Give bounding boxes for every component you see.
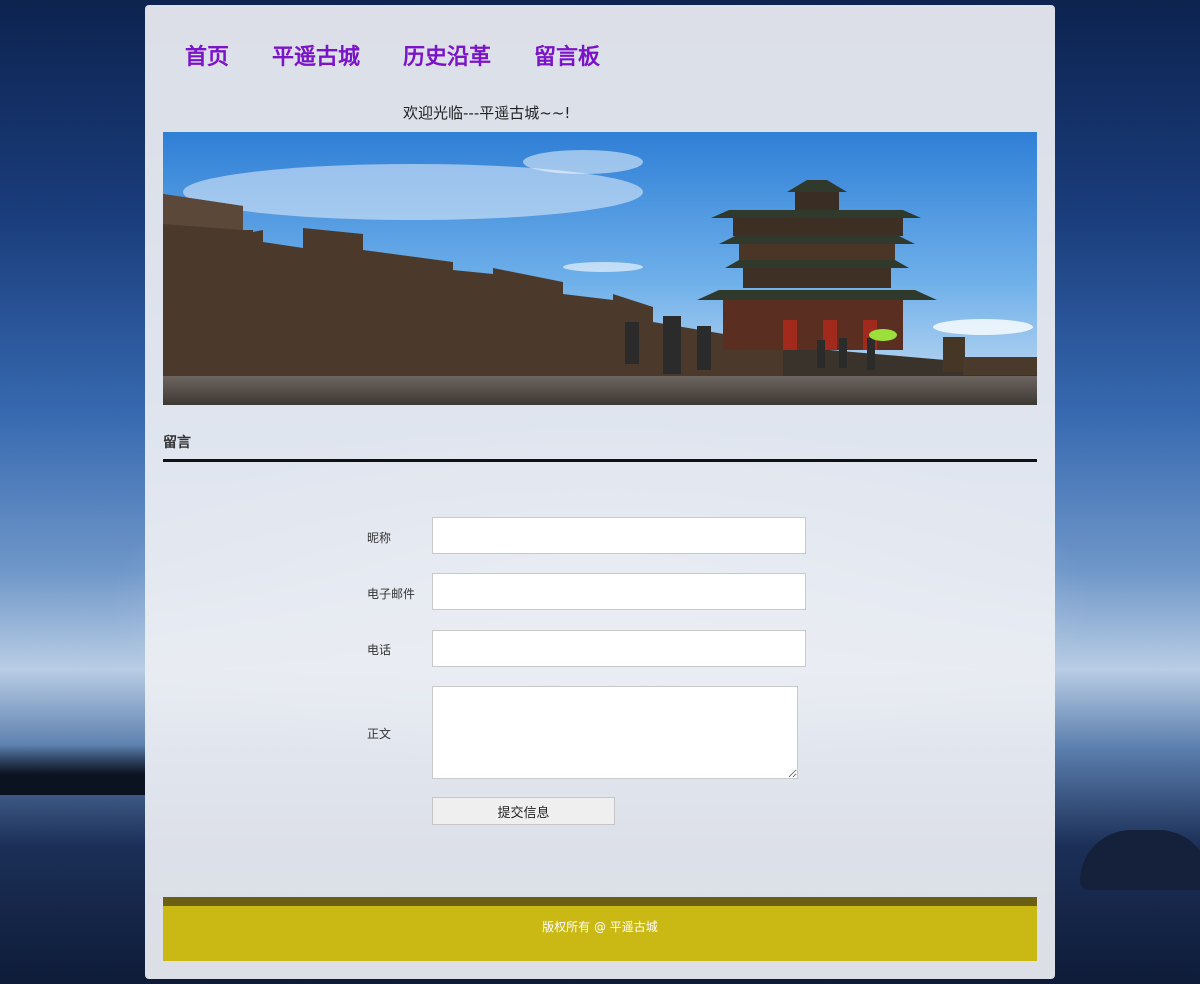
nav-item-home[interactable]: 首页 <box>185 39 229 71</box>
submit-button[interactable]: 提交信息 <box>432 797 615 825</box>
nav-item-pingyao[interactable]: 平遥古城 <box>272 39 360 71</box>
nav-item-guestbook[interactable]: 留言板 <box>534 39 600 71</box>
footer-top-bar <box>163 897 1037 906</box>
section-divider <box>163 459 1037 462</box>
phone-label: 电话 <box>367 643 392 657</box>
nickname-input[interactable] <box>432 517 806 554</box>
section-title: 留言 <box>163 435 191 451</box>
main-nav: 首页 平遥古城 历史沿革 留言板 <box>185 39 600 71</box>
email-label: 电子邮件 <box>367 587 416 601</box>
banner-image <box>163 132 1037 405</box>
nickname-label: 昵称 <box>367 531 392 545</box>
phone-input[interactable] <box>432 630 806 667</box>
body-label: 正文 <box>367 727 392 741</box>
background-rock <box>1080 830 1200 890</box>
footer: 版权所有 @ 平遥古城 <box>163 906 1037 961</box>
nav-item-history[interactable]: 历史沿革 <box>403 39 491 71</box>
background-trees <box>0 745 145 795</box>
body-textarea[interactable] <box>432 686 798 779</box>
welcome-text: 欢迎光临---平遥古城~~! <box>403 104 571 122</box>
page-container: 首页 平遥古城 历史沿革 留言板 欢迎光临---平遥古城~~! 留言 昵称 电子… <box>145 5 1055 979</box>
email-input[interactable] <box>432 573 806 610</box>
copyright-text: 版权所有 @ 平遥古城 <box>542 920 658 934</box>
